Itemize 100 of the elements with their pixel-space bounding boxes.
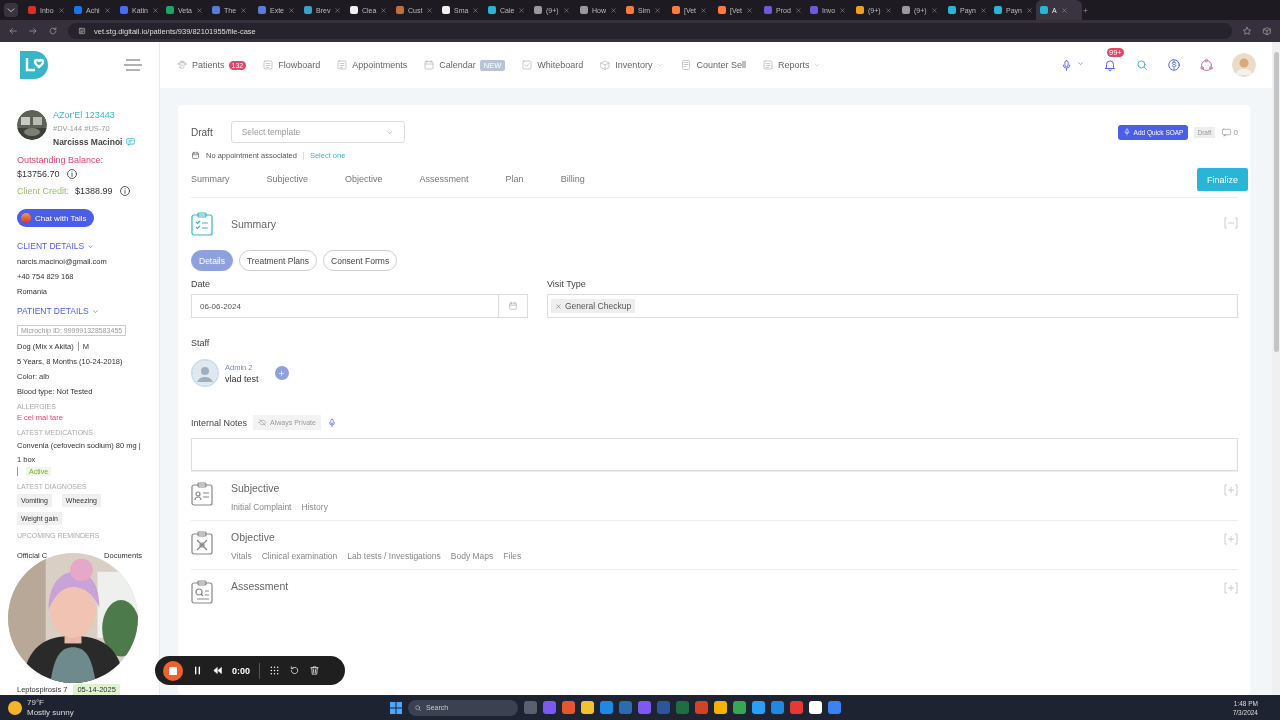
section-link[interactable]: Files [503,551,522,561]
clipboard-icon [191,531,213,555]
chat-button[interactable]: Chat with Tails [17,209,95,227]
taskbar-app-icon[interactable] [714,701,727,714]
nav-item[interactable]: Whiteboard [521,59,584,71]
remove-icon [555,302,562,310]
section-tab[interactable]: Summary [191,168,230,191]
expand-icon[interactable] [1224,582,1238,594]
section-link[interactable]: Initial Complaint [231,502,292,512]
new-tab-icon [1082,6,1089,14]
clipboard-icon [191,482,213,506]
pause-icon [192,665,203,676]
site-info-icon [78,27,86,35]
restart-icon [289,665,300,676]
credit-label: Client Credit: [17,186,70,196]
chevron-icon [813,61,822,69]
nav-item[interactable]: Counter Sell [680,59,746,71]
close-icon [839,6,847,14]
nav-item[interactable]: Appointments [336,59,408,71]
close-icon [979,6,987,14]
taskbar-app-icon[interactable] [676,701,689,714]
info-icon [118,185,131,197]
section-link[interactable]: Body Maps [450,551,494,561]
chat-icon[interactable] [125,137,137,147]
star-icon [1242,26,1252,36]
delete-button[interactable] [309,665,320,676]
menu-icon[interactable] [124,59,142,71]
visit-type-field[interactable]: General Checkup [547,294,1238,318]
credit-amount: $1388.99 [75,186,113,196]
comment-count: 0 [1233,127,1238,137]
taskbar-app-icon[interactable] [638,701,651,714]
owner-name[interactable]: Narcisss Macinoi [53,137,123,147]
calendar-icon [423,59,436,71]
section-heading[interactable]: PATIENT DETAILS [17,306,89,316]
section-tab[interactable]: Assessment [419,168,469,191]
notes-field[interactable] [191,438,1238,471]
nav-item[interactable]: Inventory [599,59,665,71]
section-tab[interactable]: Subjective [266,168,309,191]
section-title: Objective [231,531,276,543]
temperature: 79°F [27,697,45,708]
tab-list-icon [4,3,18,17]
close-icon [562,6,570,14]
taskbar-app-icon[interactable] [733,701,746,714]
date-field[interactable]: 06-06-2024 [191,294,528,318]
app-logo [18,49,50,81]
section-link[interactable]: Lab tests / Investigations [347,551,441,561]
close-icon [334,6,342,14]
subtab-pill[interactable]: Consent Forms [323,250,398,271]
nodes-icon [1199,57,1214,73]
close-icon [884,6,892,14]
taskbar-app-icon[interactable] [809,701,822,714]
nav-item[interactable]: Flowboard [262,59,321,71]
taskbar-app-icon[interactable] [695,701,708,714]
taskbar-app-icon[interactable] [543,701,556,714]
section-link[interactable]: Vitals [231,551,252,561]
extensions-icon [1262,26,1272,36]
expand-icon[interactable] [1224,533,1238,545]
status-label: Draft [191,126,213,138]
user-avatar[interactable] [1232,53,1256,77]
pause-button[interactable] [192,665,203,676]
taskbar-app-icon[interactable] [828,701,841,714]
restart-button[interactable] [289,665,300,676]
search-icon [414,703,422,712]
subtab-pill[interactable]: Treatment Plans [239,250,318,271]
taskbar-app-icon[interactable] [752,701,765,714]
taskbar-app-icon[interactable] [600,701,613,714]
paw-icon [176,59,188,71]
section-link[interactable]: Clinical examination [261,551,338,561]
grid-button[interactable] [269,665,280,676]
section-tab[interactable]: Billing [560,168,585,191]
stop-button[interactable] [163,660,183,681]
add-staff-button[interactable] [274,366,289,380]
rewind-button[interactable] [212,665,223,676]
section-link[interactable]: History [301,502,328,512]
balance-amount: $13756.70 [17,169,60,179]
nav-item[interactable]: Reports [761,59,822,71]
back-icon [8,26,18,36]
recording-time: 0:00 [232,665,250,676]
weather-icon[interactable] [8,700,22,715]
dollar-icon [1167,58,1181,72]
field-label: Date [191,279,211,289]
section-tab[interactable]: Objective [345,168,383,191]
taskbar-app-icon[interactable] [771,701,784,714]
section-title: Subjective [231,482,281,494]
scrollbar-thumb[interactable] [1273,52,1279,352]
section-tab[interactable]: Plan [505,168,524,191]
collapse-icon[interactable] [1224,217,1238,229]
microphone-icon [326,417,337,428]
taskbar-app-icon[interactable] [524,701,537,714]
start-icon[interactable] [390,701,402,714]
taskbar-app-icon[interactable] [562,701,575,714]
taskbar-app-icon[interactable] [619,701,632,714]
taskbar-app-icon[interactable] [790,701,803,714]
close-icon [288,6,295,14]
taskbar-app-icon[interactable] [581,701,594,714]
box-icon [599,59,612,71]
close-icon [794,6,802,14]
expand-icon[interactable] [1224,484,1238,496]
close-icon [57,6,65,14]
section-heading[interactable]: CLIENT DETAILS [17,241,85,251]
